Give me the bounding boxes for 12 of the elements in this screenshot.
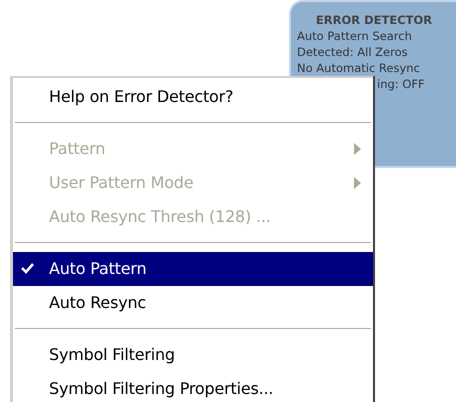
status-line: Detected: All Zeros: [297, 45, 408, 59]
menu-item[interactable]: Auto Resync: [13, 286, 373, 320]
status-line: No Automatic Resync: [297, 61, 420, 75]
submenu-arrow-icon: [354, 177, 361, 189]
status-line: Auto Pattern Search: [297, 29, 412, 43]
menu-item[interactable]: Help on Error Detector?: [13, 80, 373, 114]
status-line: ing: OFF: [377, 77, 425, 91]
menu-item[interactable]: Auto Pattern: [13, 252, 373, 286]
menu-item[interactable]: Symbol Filtering Properties...: [13, 372, 373, 402]
panel-title: ERROR DETECTOR: [314, 12, 434, 28]
submenu-arrow-icon: [354, 143, 361, 155]
menu-item[interactable]: Symbol Filtering: [13, 338, 373, 372]
